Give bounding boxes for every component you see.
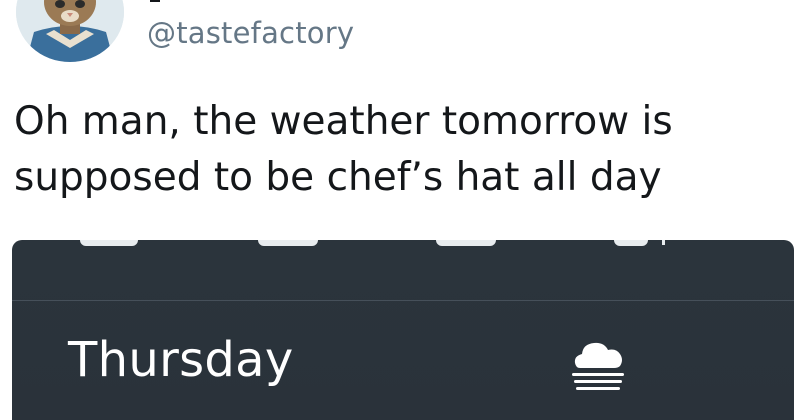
forecast-value-glyph	[662, 240, 665, 245]
author-handle[interactable]: @tastefactory	[147, 16, 354, 50]
cat-avatar-icon	[16, 0, 124, 62]
author-name[interactable]	[140, 0, 180, 2]
tweet-page: @tastefactory Oh man, the weather tomorr…	[0, 0, 800, 420]
forecast-value-glyph	[614, 240, 648, 246]
forecast-value-glyph	[436, 240, 496, 246]
weather-screenshot[interactable]: Thursday	[12, 240, 794, 420]
avatar[interactable]	[16, 0, 124, 62]
tweet-text-line: Oh man, the weather tomorrow is	[14, 99, 673, 144]
forecast-day-label: Thursday	[68, 332, 294, 388]
hourly-forecast-strip	[12, 240, 794, 300]
divider	[12, 300, 794, 301]
tweet-text: Oh man, the weather tomorrow is supposed…	[14, 94, 794, 206]
forecast-value-glyph	[80, 240, 138, 246]
cloud-fog-icon	[572, 342, 624, 390]
tweet-text-line: supposed to be chef’s hat all day	[14, 155, 662, 200]
forecast-value-glyph	[258, 240, 318, 246]
